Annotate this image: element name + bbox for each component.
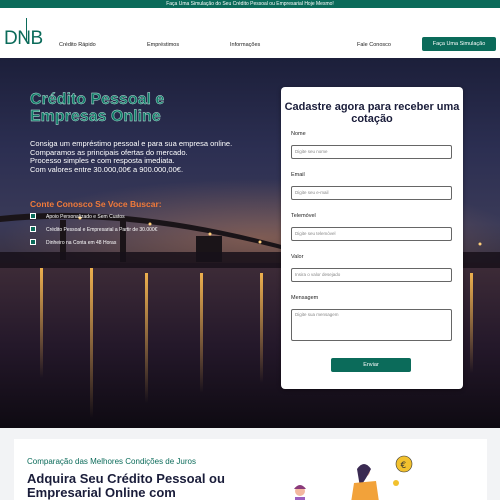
message-label: Mensagem [291,295,319,301]
light-reflection [145,273,148,403]
phone-label: Telemóvel [291,213,316,219]
name-label: Nome [291,131,306,137]
feature-label: Apoio Personalizado e Sem Custos [46,213,125,220]
amount-label: Valor [291,254,304,260]
quote-form: Cadastre agora para receber uma cotação … [281,87,463,389]
feature-label: Dinheiro na Conta em 48 Horas [46,239,117,246]
feature-item: Apoio Personalizado e Sem Custos [30,213,230,221]
section-title: Adquira Seu Crédito Pessoal ou Empresari… [27,471,225,500]
feature-item: Dinheiro na Conta em 48 Horas [30,239,230,247]
nav-link-emprestimos[interactable]: Empréstimos [147,42,179,48]
main-navbar: DNB Crédito Rápido Empréstimos Informaçõ… [0,8,500,58]
light-reflection [470,273,473,373]
phone-input[interactable]: Digite seu telemóvel [291,227,452,241]
section-eyebrow: Comparação das Melhores Condições de Jur… [27,457,196,466]
hero-description: Consiga um empréstimo pessoal e para sua… [30,139,240,174]
light-reflection [40,268,43,378]
logo-divider [26,18,27,42]
message-textarea[interactable]: Digite sua mensagem [291,309,452,341]
email-input[interactable]: Digite seu e-mail [291,186,452,200]
light-reflection [260,273,263,383]
announcement-bar: Faça Uma Simulação do Seu Crédito Pessoa… [0,0,500,8]
simulation-button[interactable]: Faça Uma Simulação [422,37,496,51]
comparison-section: Comparação das Melhores Condições de Jur… [14,439,487,500]
feature-item: Crédito Pessoal e Empresarial a Partir d… [30,226,230,234]
submit-button[interactable]: Enviar [331,358,411,372]
email-label: Email [291,172,305,178]
people-illustration: € [294,455,413,500]
amount-input[interactable]: Insira o valor desejado [291,268,452,282]
hero-title: Crédito Pessoal e Empresas Online [30,91,165,125]
light-reflection [90,268,93,418]
name-input[interactable]: Digite seu nome [291,145,452,159]
nav-link-fale-conosco[interactable]: Fale Conosco [357,42,391,48]
checkbox-icon [30,213,36,219]
nav-link-informacoes[interactable]: Informações [230,42,260,48]
checkbox-icon [30,239,36,245]
announcement-text: Faça Uma Simulação do Seu Crédito Pessoa… [166,1,334,7]
logo[interactable]: DNB [4,28,43,50]
nav-link-credito-rapido[interactable]: Crédito Rápido [59,42,96,48]
form-title: Cadastre agora para receber uma cotação [284,101,460,125]
hero-subheading: Conte Conosco Se Voce Buscar: [30,199,162,209]
euro-coin-icon: € [401,461,407,471]
checkbox-icon [30,226,36,232]
hero-line: Com valores entre 30.000,00€ a 900.000,0… [30,164,184,174]
light-reflection [200,273,203,393]
feature-label: Crédito Pessoal e Empresarial a Partir d… [46,226,158,233]
